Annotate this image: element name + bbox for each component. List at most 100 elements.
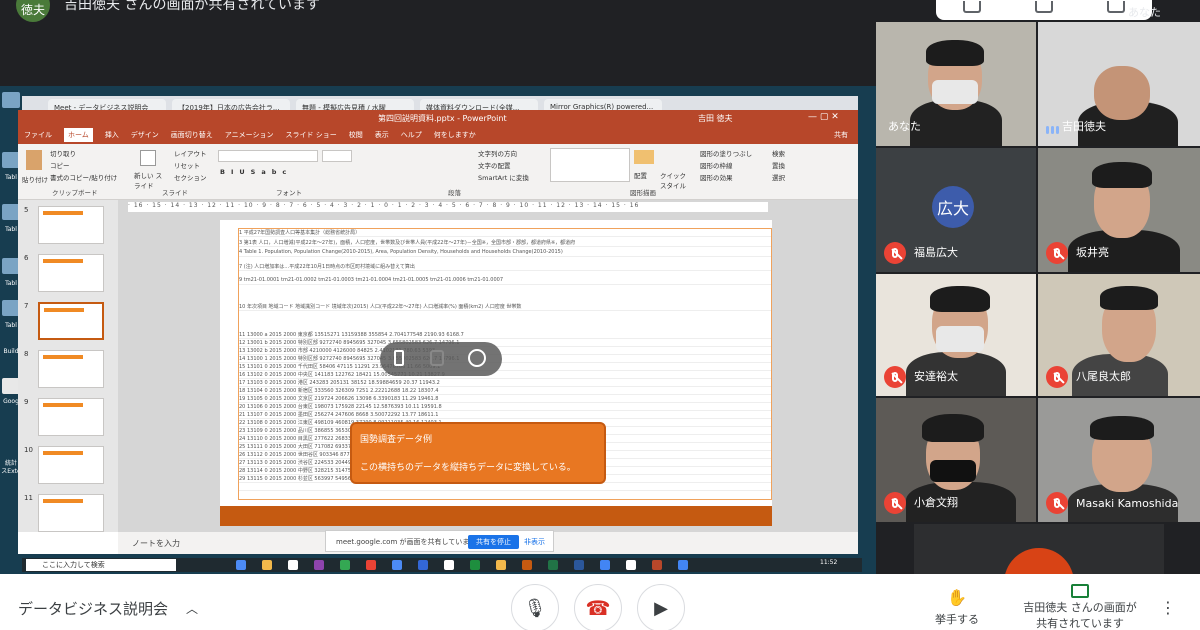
shapes-gallery[interactable] [550,148,630,182]
new-slide-icon[interactable] [140,150,156,166]
align-text-button[interactable]: 文字の配置 [478,160,511,170]
participant-tile[interactable]: 小倉文翔 [876,398,1036,522]
arrange-button[interactable]: 配置 [634,170,647,180]
menu-file[interactable]: ファイル [24,130,52,140]
participant-tile[interactable]: 八尾良太郎 [1038,274,1200,396]
share-menu-button[interactable]: 共有 [834,130,848,140]
taskbar-search[interactable]: ここに入力して検索 [26,559,176,571]
participant-tile[interactable]: 吉田徳夫 [1038,22,1200,146]
replace-button[interactable]: 置換 [772,160,785,170]
leave-call-button[interactable]: ☎ [574,584,622,630]
taskbar-app-icon[interactable] [340,560,350,570]
layout-button[interactable]: レイアウト [174,148,207,158]
slide-thumbnail-selected[interactable] [38,302,104,340]
callout-body: この横持ちのデータを縦持ちデータに変換している。 [360,463,576,473]
select-button[interactable]: 選択 [772,172,785,182]
people-icon[interactable] [963,1,981,13]
taskbar-app-icon[interactable] [288,560,298,570]
taskbar-app-icon[interactable] [574,560,584,570]
hide-share-bar-button[interactable]: 非表示 [524,537,545,547]
taskbar-app-icon[interactable] [262,560,272,570]
paste-icon[interactable] [26,150,42,170]
font-format-buttons[interactable]: BIUSabc [220,168,292,176]
find-button[interactable]: 検索 [772,148,785,158]
font-name-select[interactable] [218,150,318,162]
participant-mask [936,326,984,352]
taskbar-app-icon[interactable] [652,560,662,570]
presentation-status-button[interactable]: 吉田徳夫 さんの画面が共有されています [1018,584,1142,630]
thumb-number: 10 [24,446,33,454]
more-options-icon[interactable]: ⋮ [1160,598,1176,617]
taskbar-app-icon[interactable] [626,560,636,570]
smartart-button[interactable]: SmartArt に変換 [478,172,529,182]
sheet-row: 11 13000 a 2015 2000 東京都 13515271 131593… [239,331,771,339]
participant-tile[interactable]: Masaki Kamoshida [1038,398,1200,522]
participant-tile[interactable]: あなた [876,22,1036,146]
taskbar-app-icon[interactable] [418,560,428,570]
arrange-icon[interactable] [634,150,654,164]
pin-icon[interactable] [394,350,404,366]
taskbar-app-icon[interactable] [548,560,558,570]
shape-outline-button[interactable]: 図形の枠線 [700,160,733,170]
raise-hand-button[interactable]: ✋ 挙手する [922,588,992,627]
overflow-participant-tile[interactable] [914,524,1164,574]
slide-thumbnail[interactable] [38,206,104,244]
shape-effects-button[interactable]: 図形の効果 [700,172,733,182]
taskbar-app-icon[interactable] [392,560,402,570]
section-button[interactable]: セクション [174,172,207,182]
taskbar-app-icon[interactable] [366,560,376,570]
window-controls-icon[interactable]: — ▢ ✕ [808,112,839,122]
camera-button[interactable]: ▶ [637,584,685,630]
participant-tile[interactable]: 広大 福島広大 [876,148,1036,272]
stop-sharing-button[interactable]: 共有を停止 [468,535,519,549]
participant-name: 吉田徳夫 [1062,120,1106,133]
copy-button[interactable]: コピー [50,160,70,170]
menu-tell-me[interactable]: 何をしますか [434,130,476,140]
slide-thumbnail[interactable] [38,446,104,484]
menu-help[interactable]: ヘルプ [401,130,422,140]
ribbon: 貼り付け 切り取り コピー 書式のコピー/貼り付け クリップボード 新しい スラ… [18,144,858,200]
participant-avatar: 広大 [932,186,974,228]
slide-thumbnail[interactable] [38,350,104,388]
new-slide-button[interactable]: 新しい スライド [134,170,164,190]
participant-tile[interactable]: 坂井亮 [1038,148,1200,272]
mic-off-icon [884,366,906,388]
cut-button[interactable]: 切り取り [50,148,76,158]
meeting-title[interactable]: データビジネス説明会 [18,598,168,619]
quick-styles-button[interactable]: クイック スタイル [660,170,690,190]
slide-thumbnail[interactable] [38,398,104,436]
taskbar-app-icon[interactable] [470,560,480,570]
taskbar-app-icon[interactable] [236,560,246,570]
mute-icon[interactable] [430,350,444,366]
shape-fill-button[interactable]: 図形の塗りつぶし [700,148,752,158]
menu-review[interactable]: 校閲 [349,130,363,140]
paste-button[interactable]: 貼り付け [22,174,48,184]
menu-animations[interactable]: アニメーション [225,130,274,140]
remove-icon[interactable] [468,349,486,367]
taskbar-app-icon[interactable] [678,560,688,570]
activities-icon[interactable] [1107,1,1125,13]
format-painter-button[interactable]: 書式のコピー/貼り付け [50,172,117,182]
menu-view[interactable]: 表示 [375,130,389,140]
slide-thumbnail[interactable] [38,254,104,292]
taskbar-app-icon[interactable] [496,560,506,570]
chevron-up-icon[interactable]: ︿ [186,600,198,617]
reset-button[interactable]: リセット [174,160,200,170]
taskbar-app-icon[interactable] [522,560,532,570]
font-size-select[interactable] [322,150,352,162]
participant-tile[interactable]: 安達裕太 [876,274,1036,396]
participant-hair [922,414,984,442]
menu-design[interactable]: デザイン [131,130,159,140]
microphone-button[interactable]: 🎙 [511,584,559,630]
menu-home[interactable]: ホーム [64,128,93,142]
text-direction-button[interactable]: 文字列の方向 [478,148,517,158]
taskbar-app-icon[interactable] [600,560,610,570]
menu-transitions[interactable]: 画面切り替え [171,130,213,140]
chat-icon[interactable] [1035,1,1053,13]
taskbar-app-icon[interactable] [444,560,454,570]
menu-slideshow[interactable]: スライド ショー [286,130,337,140]
sheet-row [239,483,771,491]
taskbar-app-icon[interactable] [314,560,324,570]
slide-thumbnail[interactable] [38,494,104,532]
menu-insert[interactable]: 挿入 [105,130,119,140]
